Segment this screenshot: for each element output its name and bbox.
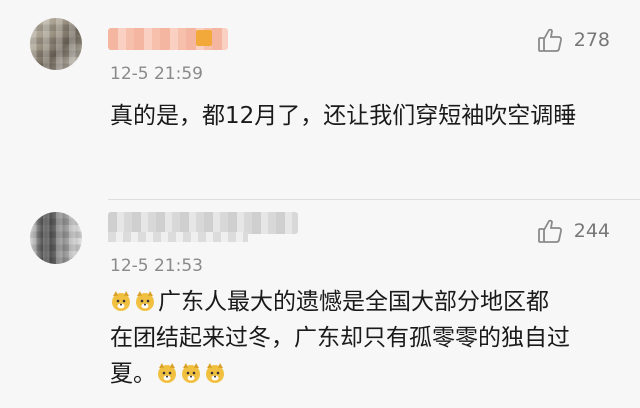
comment-time: 12-5 21:59 bbox=[110, 64, 203, 84]
comment-text-line: 夏。 bbox=[110, 361, 156, 387]
comment-text-line: 在团结起来过冬，广东却只有孤零零的独自过 bbox=[110, 325, 570, 351]
thumbs-up-icon bbox=[537, 219, 562, 243]
user-badge-icon bbox=[196, 30, 212, 46]
doge-icon bbox=[182, 363, 200, 383]
like-count: 244 bbox=[573, 220, 610, 242]
doge-icon bbox=[206, 363, 224, 383]
comment-text: 真的是，都12月了，还让我们穿短袖吹空调睡 bbox=[110, 103, 577, 129]
doge-icon bbox=[158, 363, 176, 383]
doge-icon bbox=[112, 291, 130, 311]
comment-text: 广东人最大的遗憾是全国大部分地区都 在团结起来过冬，广东却只有孤零零的独自过 夏… bbox=[110, 284, 610, 392]
like-count: 278 bbox=[573, 29, 610, 51]
comment-item: 12-5 21:59 278 真的是，都12月了，还让我们穿短袖吹空调睡 bbox=[0, 0, 640, 200]
comment-text-line: 广东人最大的遗憾是全国大部分地区都 bbox=[158, 289, 549, 315]
comment-time: 12-5 21:53 bbox=[110, 256, 203, 276]
doge-icon bbox=[136, 291, 154, 311]
username-blurred[interactable] bbox=[108, 212, 298, 234]
username-blurred-extra bbox=[108, 232, 248, 242]
avatar[interactable] bbox=[30, 18, 82, 70]
like-button[interactable]: 278 bbox=[536, 26, 610, 54]
like-button[interactable]: 244 bbox=[536, 217, 610, 245]
avatar[interactable] bbox=[30, 212, 82, 264]
comment-item: 12-5 21:53 244 广东人最大的遗憾是全国大部分地区都 在团结起来过冬… bbox=[0, 200, 640, 408]
thumbs-up-icon bbox=[537, 28, 562, 52]
